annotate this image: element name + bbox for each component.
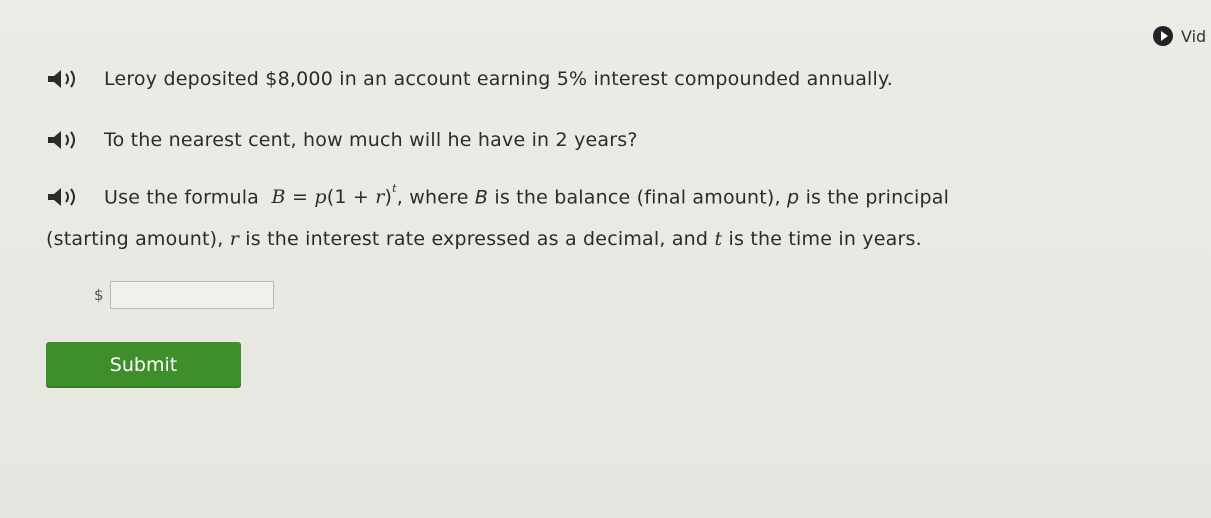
video-label: Vid bbox=[1181, 26, 1207, 46]
speaker-icon[interactable] bbox=[46, 68, 88, 90]
formula: B = p(1 + r)t bbox=[271, 182, 397, 209]
video-button[interactable]: Vid bbox=[1153, 26, 1211, 46]
answer-input[interactable] bbox=[109, 281, 274, 309]
question-text-2: To the nearest cent, how much will he ha… bbox=[104, 129, 638, 151]
speaker-icon[interactable] bbox=[46, 129, 88, 151]
submit-button[interactable]: Submit bbox=[46, 342, 241, 388]
question-page: Vid Leroy deposited $8,000 in an account… bbox=[0, 0, 1211, 518]
speaker-icon[interactable] bbox=[46, 186, 88, 208]
question-text-3: Use the formula B = p(1 + r)t, where B i… bbox=[104, 182, 950, 209]
answer-row: $ bbox=[94, 281, 274, 309]
play-icon bbox=[1153, 26, 1173, 46]
question-line-2: To the nearest cent, how much will he ha… bbox=[46, 129, 638, 151]
question-line-1: Leroy deposited $8,000 in an account ear… bbox=[46, 68, 893, 90]
question-text-1: Leroy deposited $8,000 in an account ear… bbox=[104, 68, 893, 90]
currency-symbol: $ bbox=[94, 286, 104, 304]
question-line-3: Use the formula B = p(1 + r)t, where B i… bbox=[46, 182, 950, 209]
question-line-3-continued: (starting amount), r is the interest rat… bbox=[46, 228, 922, 250]
